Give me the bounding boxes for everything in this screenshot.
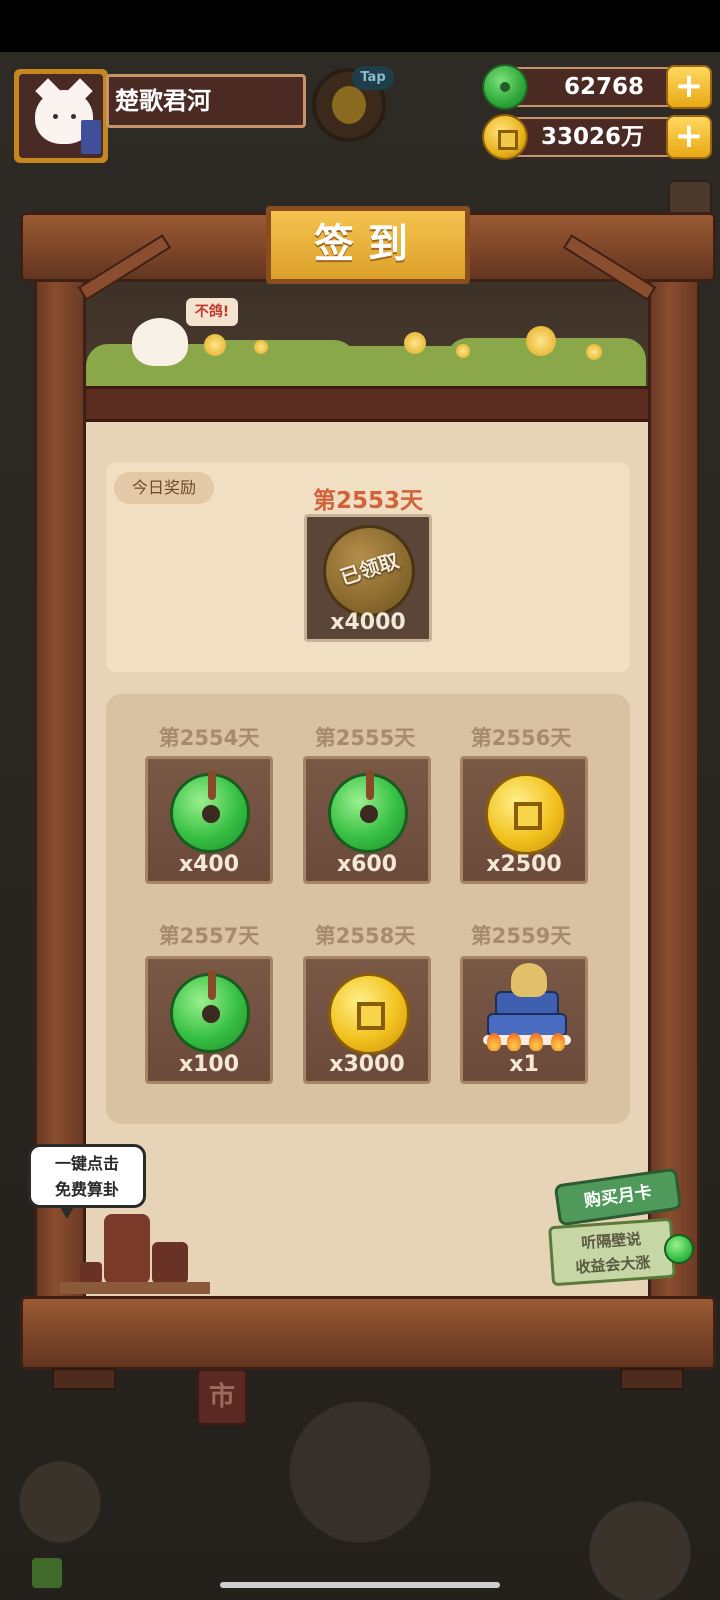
background-market-sign: 市 <box>196 1368 248 1426</box>
day-label: 第2554天 <box>158 726 260 750</box>
frame-foot <box>52 1368 116 1390</box>
reward-quantity: x2500 <box>486 852 562 877</box>
home-indicator[interactable] <box>220 1582 500 1588</box>
tap-hint: Tap <box>352 66 394 90</box>
coin-icon <box>485 773 567 855</box>
coin-icon <box>328 973 410 1055</box>
reward-quantity: x4000 <box>330 610 406 635</box>
reward-quantity: x1 <box>509 1052 539 1077</box>
day-label: 第2559天 <box>470 924 572 948</box>
frame-lintel <box>86 386 648 422</box>
reward-tile[interactable]: x1 <box>460 956 588 1084</box>
reward-tile[interactable]: x100 <box>145 956 273 1084</box>
frame-right-post <box>648 270 700 1300</box>
jade-icon <box>664 1234 694 1264</box>
jade-icon <box>328 770 408 853</box>
add-jade-button[interactable]: + <box>666 65 712 109</box>
reward-tile[interactable]: x600 <box>303 756 431 884</box>
player-name: 楚歌君河 <box>106 74 306 128</box>
mascot-speech-bubble: 不鸽! <box>186 298 238 326</box>
reward-tile[interactable]: x3000 <box>303 956 431 1084</box>
free-divination-button[interactable]: 一键点击 免费算卦 <box>28 1144 146 1219</box>
coin-icon <box>482 114 528 160</box>
today-reward-label: 今日奖励 <box>114 472 214 504</box>
jade-icon <box>170 770 250 853</box>
month-card-button[interactable]: 购买月卡 听隔壁说 收益会大涨 <box>548 1167 684 1288</box>
today-reward-tile[interactable]: 已领取 x4000 <box>304 514 432 642</box>
day-label: 第2557天 <box>158 924 260 948</box>
frame-foot <box>620 1368 684 1390</box>
corner-icon[interactable] <box>32 1558 62 1588</box>
divination-line-1: 一键点击 <box>54 1154 119 1173</box>
status-bar <box>0 0 720 52</box>
frame-bottom-beam <box>20 1296 716 1370</box>
reward-quantity: x400 <box>178 852 240 877</box>
day-label: 第2558天 <box>314 924 416 948</box>
page-title: 签到 <box>266 206 470 284</box>
jade-icon <box>482 64 528 110</box>
dragon-cake-icon <box>483 963 571 1055</box>
day-label: 第2555天 <box>314 726 416 750</box>
reward-quantity: x100 <box>178 1052 240 1077</box>
jade-icon <box>170 970 250 1053</box>
cat-avatar-icon <box>19 74 103 158</box>
divination-line-2: 免费算卦 <box>54 1180 119 1199</box>
reward-tile[interactable]: x400 <box>145 756 273 884</box>
divination-jars[interactable] <box>60 1210 210 1296</box>
reward-quantity: x600 <box>336 852 398 877</box>
player-avatar[interactable] <box>14 69 108 163</box>
add-coin-button[interactable]: + <box>666 115 712 159</box>
day-label: 第2556天 <box>470 726 572 750</box>
pigeon-mascot-icon <box>132 318 188 366</box>
today-day-label: 第2553天 <box>312 488 423 514</box>
month-card-sign: 听隔壁说 收益会大涨 <box>548 1217 676 1287</box>
reward-tile[interactable]: x2500 <box>460 756 588 884</box>
reward-quantity: x3000 <box>329 1052 405 1077</box>
